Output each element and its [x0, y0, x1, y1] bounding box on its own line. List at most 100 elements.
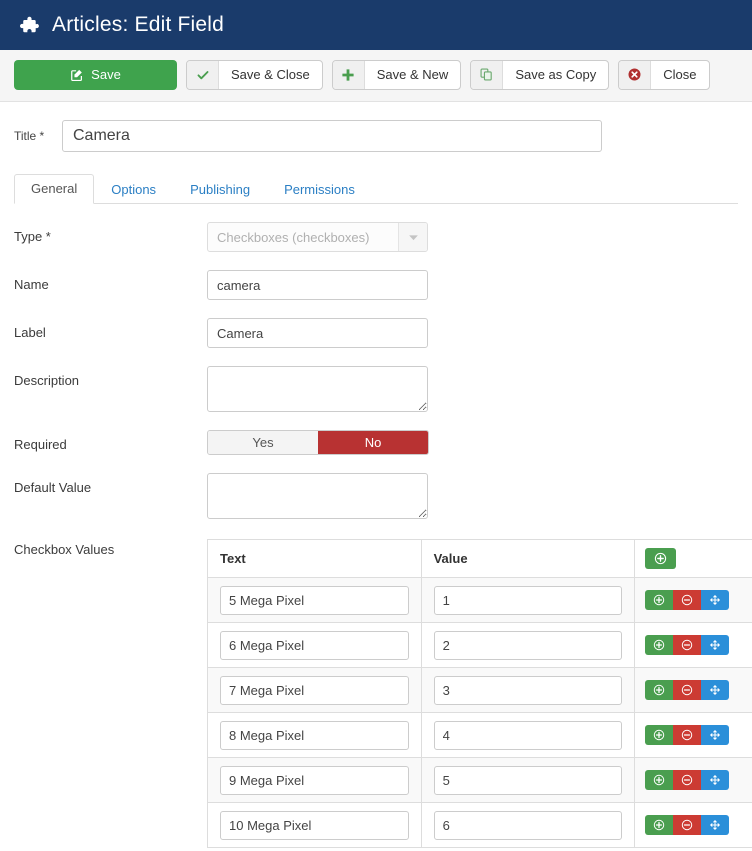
- column-header-value: Value: [420, 539, 636, 578]
- tab-bar: General Options Publishing Permissions: [14, 174, 738, 204]
- type-field-row: Type * Checkboxes (checkboxes): [14, 222, 738, 252]
- save-and-new-button[interactable]: Save & New: [331, 59, 462, 90]
- remove-row-button[interactable]: [673, 815, 702, 835]
- table-row: [207, 577, 752, 623]
- required-option-yes[interactable]: Yes: [208, 431, 318, 454]
- row-value-input[interactable]: [433, 630, 623, 660]
- table-row: [207, 712, 752, 758]
- remove-row-button[interactable]: [673, 770, 702, 790]
- row-value-input[interactable]: [433, 810, 623, 840]
- close-button-label: Close: [663, 67, 697, 82]
- row-text-input[interactable]: [220, 585, 409, 615]
- row-text-input[interactable]: [220, 720, 409, 750]
- type-select-value: Checkboxes (checkboxes): [217, 229, 370, 245]
- label-input[interactable]: [207, 318, 428, 348]
- save-as-copy-label: Save as Copy: [515, 67, 597, 82]
- tab-general[interactable]: General: [14, 174, 95, 204]
- row-action-group: [645, 815, 730, 835]
- row-text-input[interactable]: [220, 765, 409, 795]
- add-row-button[interactable]: [645, 725, 674, 745]
- remove-row-button[interactable]: [673, 725, 702, 745]
- row-text-input[interactable]: [220, 675, 409, 705]
- title-field-label: Title *: [14, 129, 45, 143]
- required-option-no[interactable]: No: [318, 431, 428, 454]
- row-text-input[interactable]: [220, 630, 409, 660]
- save-and-new-label: Save & New: [376, 67, 449, 82]
- plus-icon: [332, 60, 365, 89]
- add-row-button[interactable]: [645, 635, 674, 655]
- move-row-handle[interactable]: [701, 815, 730, 835]
- title-input[interactable]: [62, 120, 602, 152]
- add-row-button[interactable]: [645, 548, 677, 569]
- tab-options[interactable]: Options: [94, 175, 173, 204]
- save-as-copy-button[interactable]: Save as Copy: [470, 59, 610, 90]
- page-header: Articles: Edit Field: [0, 0, 752, 50]
- table-row: [207, 622, 752, 668]
- row-value-input[interactable]: [433, 720, 623, 750]
- tab-publishing[interactable]: Publishing: [173, 175, 267, 204]
- default-value-textarea[interactable]: [207, 473, 428, 519]
- move-row-handle[interactable]: [701, 680, 730, 700]
- column-header-text: Text: [207, 539, 422, 578]
- required-label: Required: [14, 437, 67, 452]
- add-row-button[interactable]: [645, 590, 674, 610]
- type-label: Type *: [14, 229, 51, 244]
- name-field-row: Name: [14, 270, 738, 300]
- check-icon: [187, 60, 219, 89]
- row-action-group: [645, 770, 730, 790]
- move-row-handle[interactable]: [701, 590, 730, 610]
- label-field-row: Label: [14, 318, 738, 348]
- checkbox-values-label: Checkbox Values: [14, 542, 115, 557]
- table-row: [207, 802, 752, 848]
- row-text-input[interactable]: [220, 810, 409, 840]
- move-row-handle[interactable]: [701, 725, 730, 745]
- table-header-row: Text Value: [207, 539, 752, 578]
- title-field-row: Title *: [14, 102, 738, 152]
- required-field-row: Required Yes No: [14, 430, 738, 455]
- description-field-row: Description: [14, 366, 738, 412]
- checkbox-values-row: Checkbox Values Text Value: [14, 539, 752, 848]
- table-body: [207, 577, 752, 848]
- tab-permissions[interactable]: Permissions: [267, 175, 372, 204]
- save-and-close-button[interactable]: Save & Close: [186, 59, 323, 90]
- row-action-group: [645, 680, 730, 700]
- row-value-input[interactable]: [433, 675, 623, 705]
- save-button-label: Save: [91, 67, 121, 82]
- remove-row-button[interactable]: [673, 635, 702, 655]
- chevron-down-icon: [398, 223, 427, 251]
- row-action-group: [645, 725, 730, 745]
- page-title: Articles: Edit Field: [52, 13, 225, 36]
- row-action-group: [645, 590, 730, 610]
- puzzle-piece-icon: [18, 14, 40, 36]
- save-button[interactable]: Save: [14, 59, 177, 90]
- name-label: Name: [14, 277, 49, 292]
- remove-row-button[interactable]: [673, 680, 702, 700]
- column-header-actions: [634, 539, 752, 578]
- table-row: [207, 757, 752, 803]
- remove-row-button[interactable]: [673, 590, 702, 610]
- move-row-handle[interactable]: [701, 770, 730, 790]
- row-value-input[interactable]: [433, 585, 623, 615]
- main-content: Title * General Options Publishing Permi…: [0, 102, 752, 848]
- required-toggle[interactable]: Yes No: [207, 430, 429, 455]
- table-row: [207, 667, 752, 713]
- add-row-button[interactable]: [645, 815, 674, 835]
- row-action-group: [645, 635, 730, 655]
- checkbox-values-table: Text Value: [207, 539, 752, 848]
- label-label: Label: [14, 325, 46, 340]
- default-value-field-row: Default Value: [14, 473, 738, 519]
- close-circle-icon: [619, 60, 652, 89]
- type-select[interactable]: Checkboxes (checkboxes): [207, 222, 428, 252]
- pencil-square-icon: [70, 68, 84, 82]
- toolbar: Save Save & Close Save & New Save as Cop…: [0, 50, 752, 102]
- description-label: Description: [14, 373, 80, 388]
- name-input[interactable]: [207, 270, 428, 300]
- move-row-handle[interactable]: [701, 635, 730, 655]
- add-row-button[interactable]: [645, 770, 674, 790]
- default-value-label: Default Value: [14, 480, 92, 495]
- description-textarea[interactable]: [207, 366, 428, 412]
- copy-icon: [471, 60, 504, 89]
- row-value-input[interactable]: [433, 765, 623, 795]
- add-row-button[interactable]: [645, 680, 674, 700]
- close-button[interactable]: Close: [618, 59, 710, 90]
